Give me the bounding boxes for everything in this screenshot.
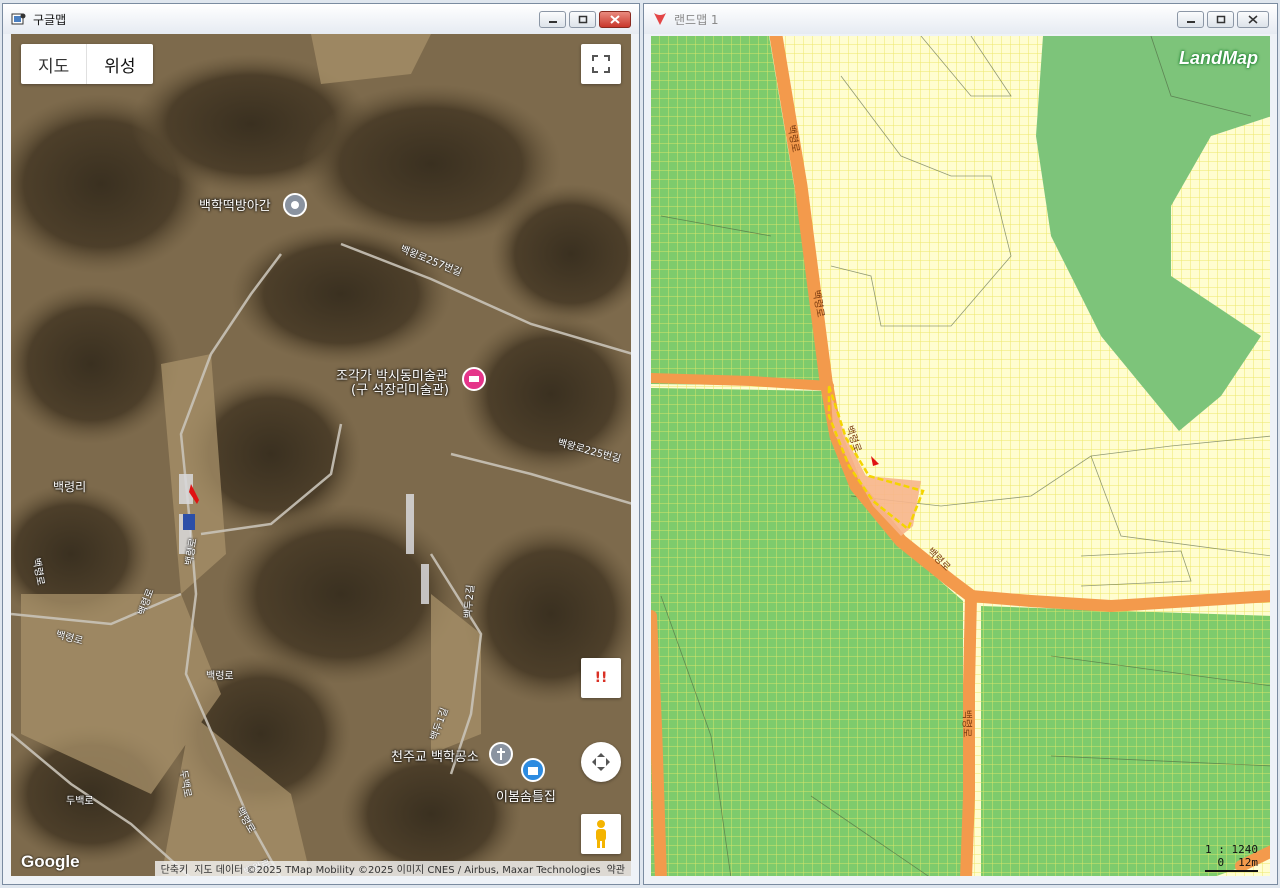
church-icon[interactable] bbox=[489, 742, 513, 766]
street-view-pegman-button[interactable] bbox=[581, 814, 621, 854]
road-label: 백두2길 bbox=[463, 584, 477, 620]
place-label[interactable]: (구 석장리미술관) bbox=[351, 379, 449, 398]
keyboard-shortcuts-link[interactable]: 단축키 bbox=[161, 861, 189, 876]
close-button[interactable] bbox=[1237, 11, 1269, 28]
landmap-logo: LandMap bbox=[1179, 48, 1258, 68]
title-bar[interactable]: 랜드맵 1 bbox=[644, 4, 1277, 34]
road-label: 백령로 bbox=[206, 671, 234, 682]
satellite-tab[interactable]: 위성 bbox=[87, 44, 152, 84]
app-icon bbox=[654, 13, 666, 25]
shop-icon[interactable] bbox=[521, 758, 545, 782]
minimize-icon bbox=[548, 20, 557, 23]
scale-ratio: 1 : 1240 bbox=[1205, 843, 1258, 856]
zoning-map bbox=[651, 36, 1270, 876]
app-icon bbox=[11, 13, 26, 25]
map-data-text: 지도 데이터 ©2025 TMap Mobility ©2025 이미지 CNE… bbox=[194, 865, 601, 876]
report-button[interactable]: !! bbox=[581, 658, 621, 698]
place-label[interactable]: 이봄솜틀집 bbox=[496, 786, 556, 805]
pin-icon[interactable] bbox=[283, 193, 307, 217]
camera-control-button[interactable] bbox=[581, 742, 621, 782]
attribution-bar: 단축키 지도 데이터 ©2025 TMap Mobility ©2025 이미지… bbox=[154, 861, 631, 876]
cadastral-map[interactable]: 백령로 백령로 백령로 백령로 백령로 LandMap 1 : 1240 0 1… bbox=[651, 36, 1270, 876]
terms-link[interactable]: 약관 bbox=[607, 861, 625, 876]
alert-symbol: !! bbox=[594, 670, 608, 686]
satellite-map[interactable]: 지도 위성 백학떡방아간 조각가 박시동미술관 (구 석장리미술관) 천주교 백… bbox=[11, 34, 631, 876]
fullscreen-icon bbox=[592, 55, 610, 73]
place-label[interactable]: 천주교 백학공소 bbox=[391, 746, 479, 765]
museum-icon[interactable] bbox=[462, 367, 486, 391]
minimize-button[interactable] bbox=[539, 11, 566, 28]
landmap-window: 랜드맵 1 백령로 백령로 백령로 백령로 백령로 LandMap 1: 12… bbox=[643, 3, 1278, 885]
move-icon bbox=[592, 753, 610, 771]
google-logo[interactable]: Google bbox=[21, 852, 80, 872]
scale-bar: 1 : 1240 0 12m bbox=[1205, 843, 1258, 872]
fullscreen-button[interactable] bbox=[581, 44, 621, 84]
maximize-icon bbox=[578, 15, 587, 24]
road-label: 백령로 bbox=[960, 709, 972, 738]
close-icon bbox=[1248, 15, 1258, 24]
village-label: 백령리 bbox=[53, 480, 87, 494]
map-type-toggle: 지도 위성 bbox=[21, 44, 153, 84]
close-button[interactable] bbox=[599, 11, 631, 28]
road-label: 두백로 bbox=[66, 796, 94, 807]
minimize-icon bbox=[1186, 20, 1195, 23]
window-title: 랜드맵 1 bbox=[674, 12, 719, 27]
maximize-button[interactable] bbox=[569, 11, 596, 28]
map-tab[interactable]: 지도 bbox=[21, 44, 88, 84]
title-bar[interactable]: 구글맵 bbox=[3, 4, 639, 34]
google-map-window: 구글맵 지도 위성 백학떡방아간 조각가 박시동미술관 (구 석장리미술관) 천… bbox=[2, 3, 640, 885]
close-icon bbox=[610, 15, 620, 24]
maximize-button[interactable] bbox=[1207, 11, 1234, 28]
satellite-imagery bbox=[11, 34, 631, 876]
place-label[interactable]: 백학떡방아간 bbox=[199, 195, 271, 214]
minimize-button[interactable] bbox=[1177, 11, 1204, 28]
window-title: 구글맵 bbox=[33, 12, 67, 27]
scale-end: 12m bbox=[1238, 856, 1258, 869]
scale-start: 0 bbox=[1217, 856, 1225, 869]
pegman-icon bbox=[596, 820, 606, 848]
maximize-icon bbox=[1216, 15, 1225, 24]
